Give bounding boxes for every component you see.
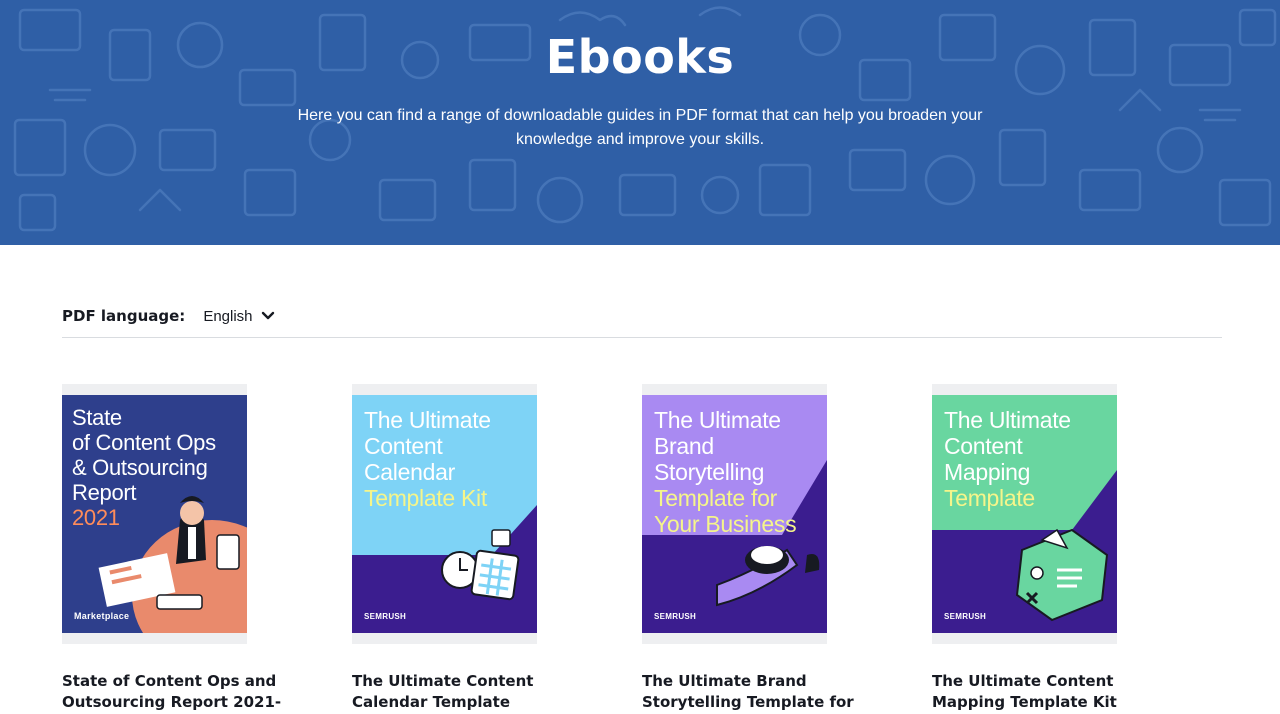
cover-brand-logo: SEMRUSH xyxy=(944,612,987,621)
filter-divider xyxy=(62,337,1222,338)
chevron-down-icon xyxy=(261,311,274,320)
pdf-language-label: PDF language: xyxy=(62,307,186,325)
cover-art: The Ultimate Content Calendar Template K… xyxy=(352,395,537,633)
ebook-cover[interactable]: State of Content Ops & Outsourcing Repor… xyxy=(62,384,247,644)
ebook-card: The Ultimate Brand Storytelling Template… xyxy=(642,384,882,714)
cover-brand-logo: Marketplace xyxy=(74,611,130,621)
ebook-title-link[interactable]: The Ultimate Content Mapping Template Ki… xyxy=(932,671,1182,713)
ebook-card: The Ultimate Content Mapping Template SE… xyxy=(932,384,1172,713)
pdf-language-filter: PDF language: English xyxy=(62,305,275,327)
cover-art: The Ultimate Content Mapping Template SE… xyxy=(932,395,1117,633)
pdf-language-value: English xyxy=(203,307,253,325)
cover-brand-logo: SEMRUSH xyxy=(654,612,697,621)
ebook-card: The Ultimate Content Calendar Template K… xyxy=(352,384,592,713)
cover-text: The Ultimate Content Calendar Template K… xyxy=(364,407,491,511)
ebook-card: State of Content Ops & Outsourcing Repor… xyxy=(62,384,302,714)
page-subtitle: Here you can find a range of downloadabl… xyxy=(297,107,983,148)
ebook-title-link[interactable]: The Ultimate Content Calendar Template xyxy=(352,671,602,713)
hero-banner: Ebooks Here you can find a range of down… xyxy=(0,0,1280,245)
cover-text: State of Content Ops & Outsourcing Repor… xyxy=(72,405,216,530)
ebook-title-link[interactable]: The Ultimate Brand Storytelling Template… xyxy=(642,671,892,714)
ebook-cover[interactable]: The Ultimate Content Calendar Template K… xyxy=(352,384,537,644)
cover-text: The Ultimate Content Mapping Template xyxy=(944,407,1071,511)
cover-art: State of Content Ops & Outsourcing Repor… xyxy=(62,395,247,633)
pdf-language-dropdown[interactable]: English xyxy=(203,308,274,325)
ebook-cover[interactable]: The Ultimate Brand Storytelling Template… xyxy=(642,384,827,644)
page-title: Ebooks xyxy=(545,30,735,84)
cover-art: The Ultimate Brand Storytelling Template… xyxy=(642,395,827,633)
ebook-cover[interactable]: The Ultimate Content Mapping Template SE… xyxy=(932,384,1117,644)
cover-brand-logo: SEMRUSH xyxy=(364,612,407,621)
ebook-title-link[interactable]: State of Content Ops and Outsourcing Rep… xyxy=(62,671,312,714)
cover-text: The Ultimate Brand Storytelling Template… xyxy=(654,407,797,537)
